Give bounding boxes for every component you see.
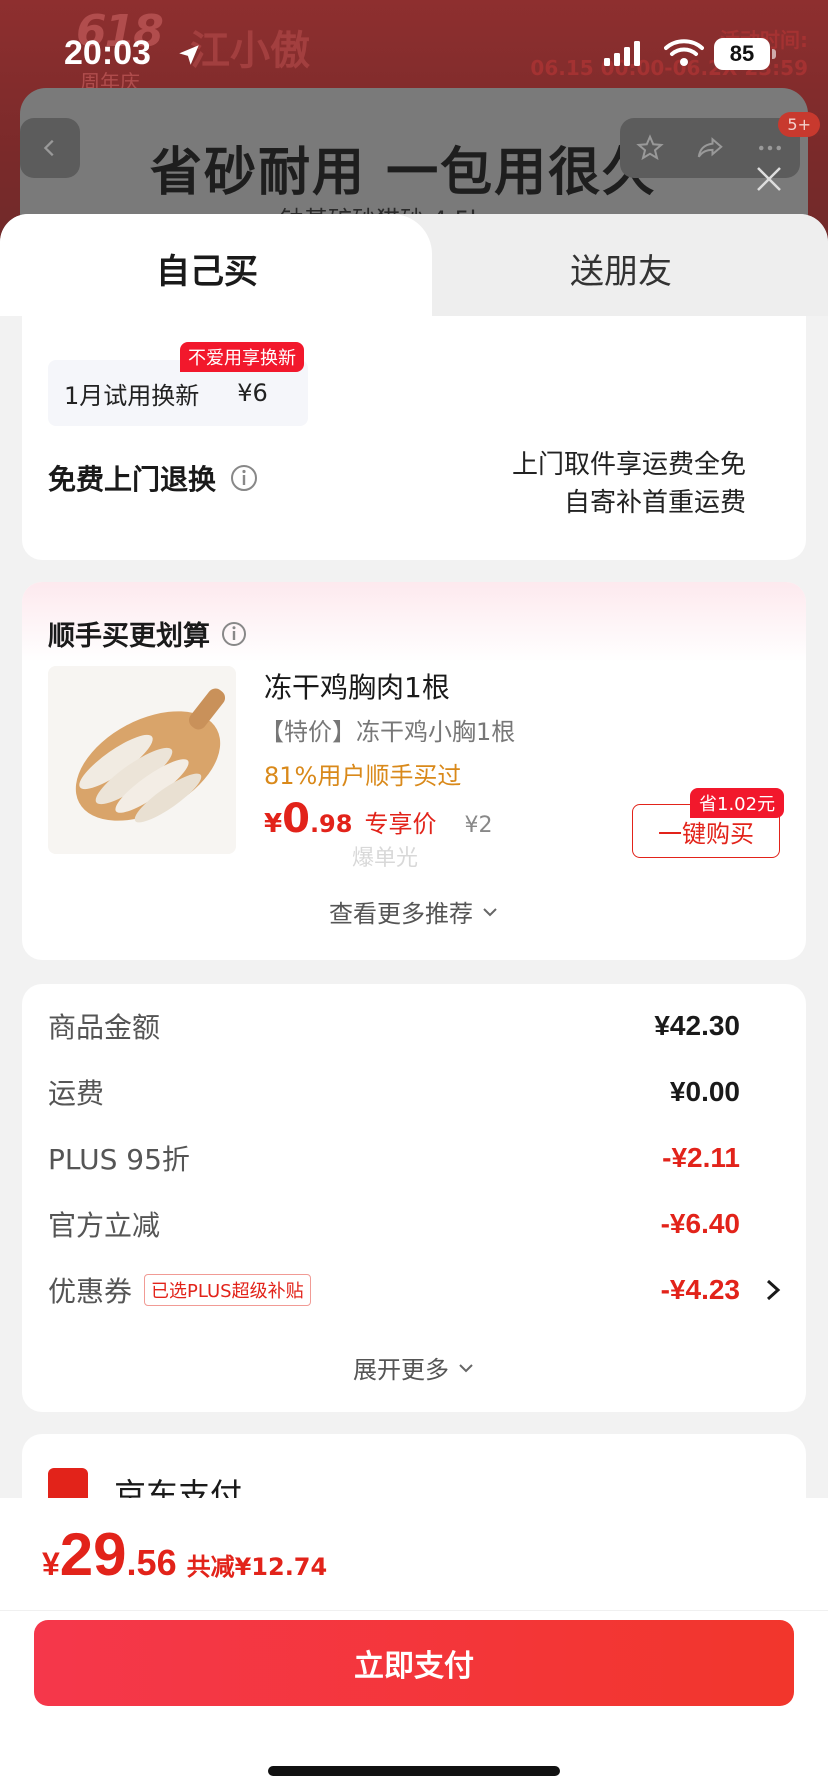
back-button[interactable] (20, 118, 80, 178)
home-indicator (268, 1766, 560, 1776)
summary-label: 商品金额 (48, 1011, 161, 1044)
more-icon[interactable] (755, 133, 785, 163)
addon-title: 顺手买更划算 (48, 614, 248, 653)
product-image[interactable] (48, 666, 236, 854)
total-dec: .56 (126, 1542, 177, 1583)
price-int: 0 (282, 796, 310, 842)
chevron-right-icon[interactable] (762, 1277, 784, 1303)
info-icon[interactable] (230, 464, 258, 492)
trial-tag: 不爱用享换新 (180, 342, 304, 372)
summary-value: -¥2.11 (662, 1142, 740, 1173)
product-headline: 省砂耐用 一包用很久 (150, 143, 657, 203)
price-label: 专享价 (364, 810, 437, 838)
free-return-desc: 上门取件享运费全免 自寄补首重运费 (512, 446, 746, 522)
status-bar: 20:03 85 (0, 0, 828, 110)
addon-title-label: 顺手买更划算 (48, 621, 210, 652)
original-price: ¥2 (464, 813, 493, 838)
purchase-tabs: 自己买 送朋友 (0, 214, 828, 316)
summary-value: ¥0.00 (669, 1076, 740, 1107)
coupon-row[interactable]: 优惠券 已选PLUS超级补贴 -¥4.23 (48, 1270, 740, 1310)
chevron-left-icon (43, 139, 54, 157)
tab-gift-friend[interactable]: 送朋友 (570, 244, 672, 293)
expand-more-label: 展开更多 (353, 1356, 449, 1384)
summary-label: 运费 (48, 1077, 105, 1110)
watermark: 爆单光 (352, 846, 419, 871)
coupon-label-group: 优惠券 已选PLUS超级补贴 (48, 1270, 311, 1310)
more-recommendations-button[interactable]: 查看更多推荐 (22, 894, 806, 929)
summary-label: 优惠券 (48, 1275, 133, 1308)
divider (0, 1610, 828, 1611)
tab-self-label[interactable]: 自己买 (156, 244, 258, 293)
total-yen: ¥ (42, 1546, 60, 1582)
addon-card: 顺手买更划算 冻干鸡胸肉1根 【特价】冻干鸡小胸1根 81%用户顺手买过 ¥ 0… (22, 582, 806, 960)
cellular-signal-icon (604, 41, 640, 66)
battery-tip (772, 49, 776, 59)
close-icon[interactable] (754, 164, 784, 194)
info-icon[interactable] (220, 620, 248, 648)
location-arrow-icon (179, 45, 199, 65)
free-return-row: 免费上门退换 (48, 458, 258, 498)
product-price: ¥ 0 .98 专享价 ¥2 (264, 796, 492, 842)
notification-badge: 5+ (778, 112, 820, 137)
summary-label: 官方立减 (48, 1209, 161, 1242)
free-return-desc-line1: 上门取件享运费全免 (511, 450, 746, 480)
battery-level: 85 (714, 38, 770, 70)
summary-value: -¥4.23 (660, 1274, 740, 1305)
expand-more-button[interactable]: 展开更多 (22, 1350, 806, 1385)
chevron-down-icon (459, 1363, 473, 1372)
price-yen: ¥ (264, 809, 283, 839)
free-return-desc-line2: 自寄补首重运费 (563, 488, 746, 518)
product-stat: 81%用户顺手买过 (264, 762, 462, 790)
coupon-tag: 已选PLUS超级补贴 (144, 1274, 311, 1306)
free-return-label: 免费上门退换 (48, 463, 217, 496)
service-card: 1月试用换新 ¥6 不爱用享换新 免费上门退换 上门取件享运费全免 自寄补首重运… (22, 316, 806, 560)
summary-row: 官方立减 -¥6.40 (48, 1204, 740, 1244)
summary-label: PLUS 95折 (48, 1143, 190, 1176)
trial-label: 1月试用换新 (64, 381, 200, 410)
summary-row: 运费 ¥0.00 (48, 1072, 740, 1112)
wifi-icon (664, 39, 704, 66)
save-tag: 省1.02元 (690, 788, 785, 818)
total-price: ¥ 29 .56 共减¥12.74 (42, 1520, 327, 1589)
share-icon[interactable] (695, 133, 725, 163)
product-name[interactable]: 冻干鸡胸肉1根 (264, 666, 450, 706)
pay-now-button[interactable]: 立即支付 (34, 1620, 794, 1706)
summary-row: PLUS 95折 -¥2.11 (48, 1138, 740, 1178)
more-recommendations-label: 查看更多推荐 (329, 900, 473, 928)
total-reduction: 共减¥12.74 (186, 1553, 328, 1581)
summary-value: -¥6.40 (660, 1208, 740, 1239)
summary-row: 商品金额 ¥42.30 (48, 1006, 740, 1046)
status-time: 20:03 (64, 34, 151, 72)
bottom-pay-bar: ¥ 29 .56 共减¥12.74 立即支付 (0, 1498, 828, 1792)
chevron-down-icon (483, 907, 497, 916)
product-subtitle: 【特价】冻干鸡小胸1根 (260, 718, 516, 746)
favorite-icon[interactable] (635, 133, 665, 163)
price-summary-card: 商品金额 ¥42.30 运费 ¥0.00 PLUS 95折 -¥2.11 官方立… (22, 984, 806, 1412)
total-int: 29 (59, 1521, 127, 1588)
freeze-dried-chicken-image (48, 666, 236, 854)
price-dec: .98 (309, 810, 353, 838)
summary-value: ¥42.30 (654, 1010, 740, 1041)
trial-price: ¥6 (237, 379, 268, 407)
